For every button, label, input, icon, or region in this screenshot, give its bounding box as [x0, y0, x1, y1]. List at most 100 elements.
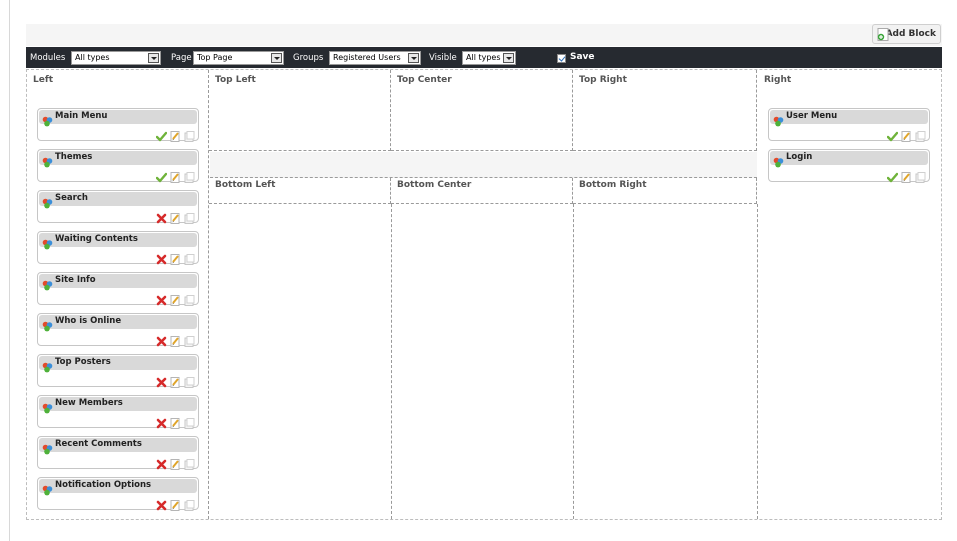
block-new-members[interactable]: New Members — [37, 395, 199, 429]
block-header[interactable]: Themes — [39, 151, 197, 168]
column-left-title: Left — [33, 75, 54, 85]
block-header[interactable]: New Members — [39, 397, 197, 414]
block-themes[interactable]: Themes — [37, 149, 199, 183]
edit-icon[interactable] — [170, 291, 181, 306]
column-left: Left Main Menu Themes Search Waiting Conten… — [27, 70, 209, 519]
zone-bottom-right[interactable]: Bottom Right — [573, 178, 757, 204]
cross-icon[interactable] — [156, 496, 167, 511]
cross-icon[interactable] — [156, 209, 167, 224]
visible-label: Visible — [429, 53, 457, 63]
chevron-down-icon — [148, 53, 159, 63]
zone-bottom-left[interactable]: Bottom Left — [209, 178, 391, 204]
edit-icon[interactable] — [901, 168, 912, 183]
block-waiting-contents[interactable]: Waiting Contents — [37, 231, 199, 265]
block-header[interactable]: User Menu — [770, 110, 928, 127]
edit-icon[interactable] — [170, 250, 181, 265]
edit-icon[interactable] — [170, 496, 181, 511]
block-top-posters[interactable]: Top Posters — [37, 354, 199, 388]
save-checkbox[interactable] — [557, 54, 566, 63]
block-header[interactable]: Who is Online — [39, 315, 197, 332]
block-title: User Menu — [786, 111, 838, 121]
block-search[interactable]: Search — [37, 190, 199, 224]
cross-icon[interactable] — [156, 291, 167, 306]
cross-icon[interactable] — [156, 373, 167, 388]
add-block-label: Add Block — [885, 29, 936, 39]
check-icon[interactable] — [155, 168, 168, 183]
clone-icon[interactable] — [184, 291, 195, 306]
blocks-icon — [42, 276, 53, 291]
add-icon — [877, 28, 889, 41]
block-header[interactable]: Main Menu — [39, 110, 197, 127]
blocks-icon — [42, 317, 53, 332]
cross-icon[interactable] — [156, 332, 167, 347]
block-header[interactable]: Search — [39, 192, 197, 209]
modules-label: Modules — [30, 53, 66, 63]
block-notification-options[interactable]: Notification Options — [37, 477, 199, 511]
edit-icon[interactable] — [170, 455, 181, 470]
cross-icon[interactable] — [156, 414, 167, 429]
check-icon[interactable] — [886, 127, 899, 142]
save-button[interactable]: Save — [570, 52, 595, 62]
edit-icon[interactable] — [901, 127, 912, 142]
block-actions — [156, 291, 195, 306]
column-center-left: Top Left — [209, 70, 391, 519]
check-icon[interactable] — [155, 127, 168, 142]
block-header[interactable]: Top Posters — [39, 356, 197, 373]
zone-top-right[interactable]: Top Right — [573, 70, 757, 151]
clone-icon[interactable] — [184, 250, 195, 265]
clone-icon[interactable] — [184, 127, 195, 142]
clone-icon[interactable] — [915, 127, 926, 142]
check-icon[interactable] — [886, 168, 899, 183]
blocks-icon — [42, 153, 53, 168]
divider — [391, 204, 392, 519]
edit-icon[interactable] — [170, 127, 181, 142]
edit-icon[interactable] — [170, 332, 181, 347]
divider — [573, 204, 574, 519]
zone-bottom-center[interactable]: Bottom Center — [391, 178, 573, 204]
block-main-menu[interactable]: Main Menu — [37, 108, 199, 142]
edit-icon[interactable] — [170, 209, 181, 224]
block-header[interactable]: Recent Comments — [39, 438, 197, 455]
block-actions — [156, 209, 195, 224]
clone-icon[interactable] — [184, 496, 195, 511]
clone-icon[interactable] — [184, 332, 195, 347]
modules-select[interactable]: All types — [71, 51, 161, 65]
zone-top-left[interactable]: Top Left — [209, 70, 391, 151]
block-user-menu[interactable]: User Menu — [768, 108, 930, 142]
blocks-icon — [773, 153, 784, 168]
block-header[interactable]: Login — [770, 151, 928, 168]
block-recent-comments[interactable]: Recent Comments — [37, 436, 199, 470]
filter-toolbar: Modules All types Page Top Page Groups R… — [26, 47, 942, 68]
block-title: Main Menu — [55, 111, 108, 121]
visible-select-value: All types — [466, 53, 501, 62]
edit-icon[interactable] — [170, 414, 181, 429]
clone-icon[interactable] — [184, 455, 195, 470]
clone-icon[interactable] — [184, 168, 195, 183]
cross-icon[interactable] — [156, 455, 167, 470]
page-select[interactable]: Top Page — [193, 51, 284, 65]
block-actions — [156, 332, 195, 347]
zone-center-band[interactable] — [210, 152, 757, 178]
clone-icon[interactable] — [915, 168, 926, 183]
modules-select-value: All types — [75, 53, 110, 62]
block-login[interactable]: Login — [768, 149, 930, 183]
add-block-button[interactable]: Add Block — [872, 24, 941, 44]
zone-top-center[interactable]: Top Center — [391, 70, 573, 151]
edit-icon[interactable] — [170, 168, 181, 183]
groups-select[interactable]: Registered Users — [329, 51, 421, 65]
chevron-down-icon — [271, 53, 282, 63]
clone-icon[interactable] — [184, 414, 195, 429]
block-actions — [155, 127, 195, 142]
clone-icon[interactable] — [184, 373, 195, 388]
block-header[interactable]: Waiting Contents — [39, 233, 197, 250]
visible-select[interactable]: All types — [462, 51, 516, 65]
block-site-info[interactable]: Site Info — [37, 272, 199, 306]
block-who-is-online[interactable]: Who is Online — [37, 313, 199, 347]
clone-icon[interactable] — [184, 209, 195, 224]
cross-icon[interactable] — [156, 250, 167, 265]
block-title: Site Info — [55, 275, 96, 285]
block-header[interactable]: Notification Options — [39, 479, 197, 496]
edit-icon[interactable] — [170, 373, 181, 388]
groups-label: Groups — [293, 53, 324, 63]
block-header[interactable]: Site Info — [39, 274, 197, 291]
